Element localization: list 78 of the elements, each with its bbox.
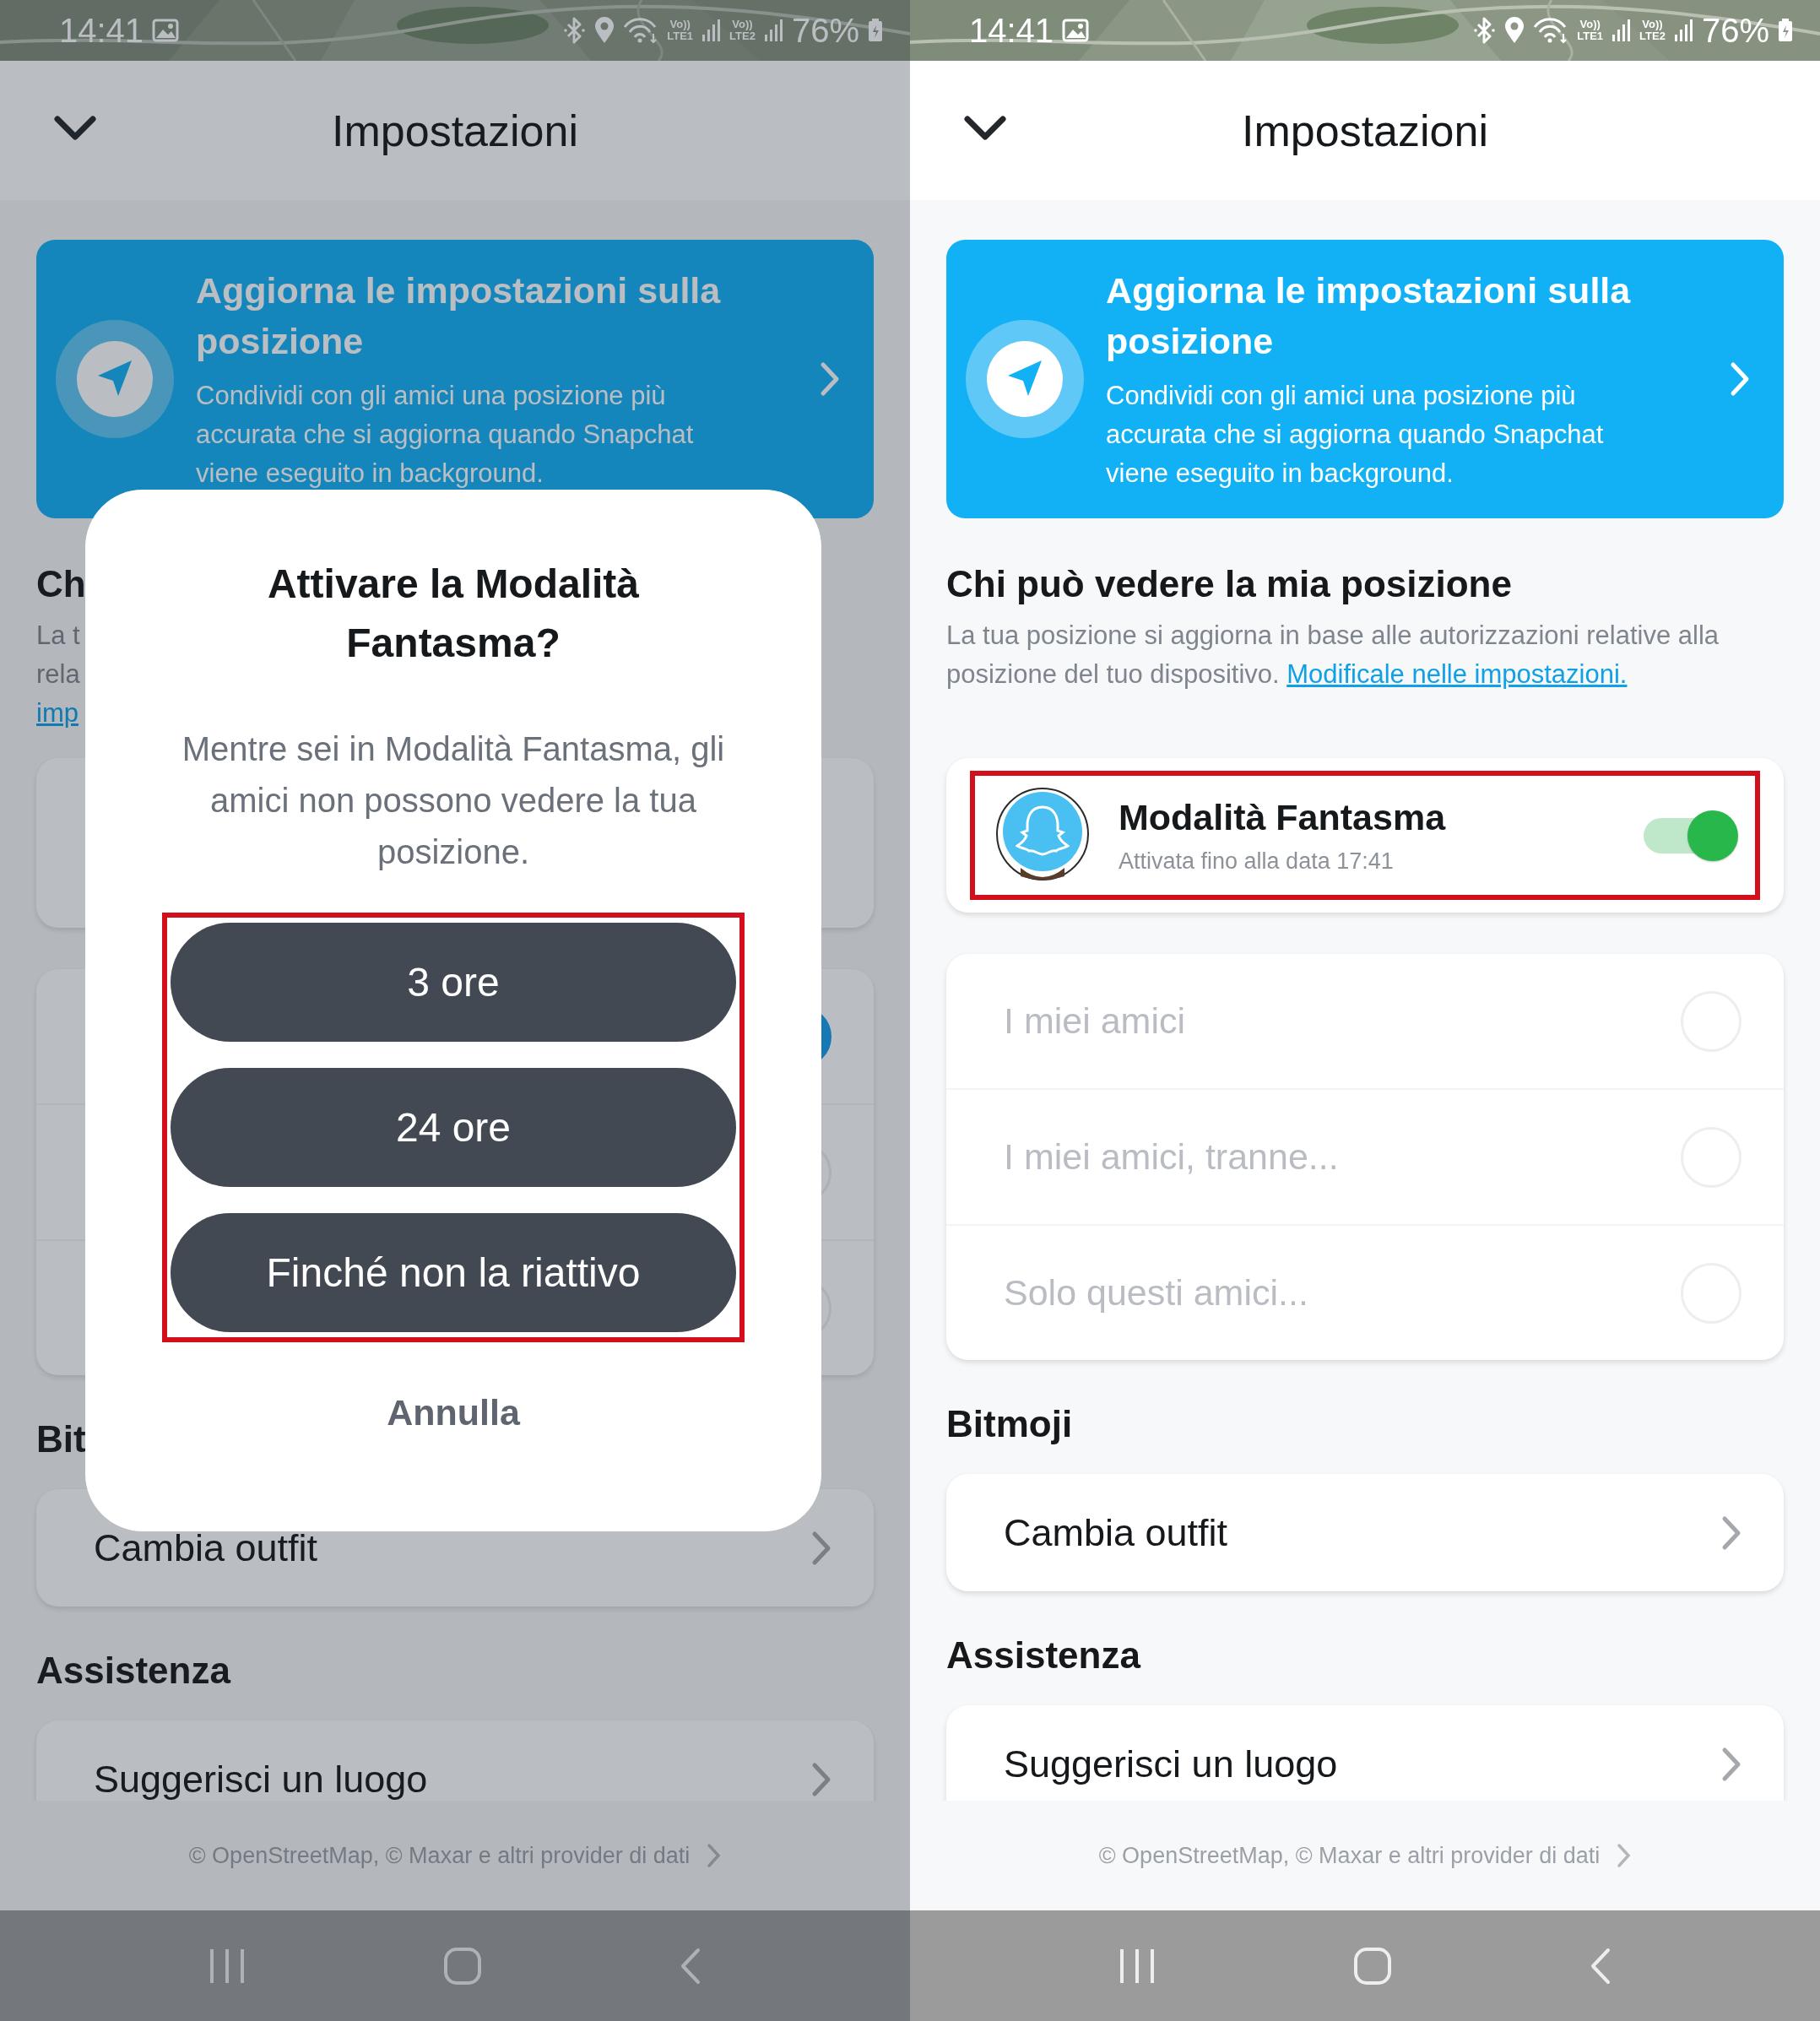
home-icon[interactable]: [443, 1946, 482, 1986]
ghost-mode-title: Modalità Fantasma: [1119, 796, 1447, 838]
section-heading: Bit: [36, 1417, 86, 1461]
volte-label: Vo)): [732, 19, 753, 30]
back-icon[interactable]: [1590, 1947, 1611, 1985]
location-pin-icon: [594, 17, 615, 44]
volte-label: Vo)): [1642, 19, 1663, 30]
battery-percent: 76%: [1701, 11, 1769, 50]
clock-time: 14:41: [59, 11, 144, 50]
map-attribution[interactable]: © OpenStreetMap, © Maxar e altri provider di dati: [188, 1842, 691, 1869]
screen-title: Impostazioni: [332, 105, 578, 156]
chevron-right-icon: [1721, 1514, 1741, 1551]
wifi-icon: [623, 17, 659, 44]
description-text: La tua posizione si aggiorna in base alle autorizzazioni relative alla posizione del tuo dispositivo. Modificale nelle impostazioni.: [946, 620, 1720, 691]
banner-text: Condividi con gli amici una posizione più accurata che si aggiorna quando Snapchat viene eseguito in background.: [1106, 380, 1605, 490]
ghost-mode-status: Attivata fino alla data 17:41: [1119, 848, 1395, 875]
section-heading: Chi può vedere la mia posizione: [946, 562, 1512, 606]
row-label: Cambia outfit: [94, 1525, 319, 1570]
signal-icon: [763, 18, 783, 43]
settings-row[interactable]: Suggerisci un luogo: [36, 1720, 874, 1801]
duration-button[interactable]: Finché non la riattivo: [171, 1213, 736, 1332]
location-banner[interactable]: Aggiorna le impostazioni sulla posizione Condividi con gli amici una posizione più accurata che si aggiorna quando Snapchat viene eseguito in background.: [36, 240, 874, 518]
location-banner[interactable]: Aggiorna le impostazioni sulla posizione Condividi con gli amici una posizione più accurata che si aggiorna quando Snapchat viene eseguito in background.: [946, 240, 1784, 518]
section-heading: Bitmoji: [946, 1402, 1073, 1446]
duration-button[interactable]: 24 ore: [171, 1068, 736, 1187]
bluetooth-icon: [564, 17, 587, 44]
home-icon[interactable]: [1353, 1946, 1392, 1986]
chevron-right-icon: [811, 1530, 831, 1566]
signal-icon: [1673, 18, 1693, 43]
battery-icon: [1778, 18, 1793, 43]
chevron-right-icon: [1730, 361, 1750, 397]
wifi-icon: [1533, 17, 1569, 44]
row-label: Suggerisci un luogo: [1004, 1742, 1339, 1786]
recent-apps-icon[interactable]: [1119, 1947, 1156, 1985]
location-pin-icon: [1504, 17, 1525, 44]
description-text: rela: [36, 658, 80, 691]
dialog-title: Attivare la Modalità Fantasma?: [266, 561, 641, 667]
description-text: La t: [36, 620, 80, 652]
section-heading: Assistenza: [36, 1649, 230, 1693]
network-label: LTE1: [1577, 30, 1604, 42]
settings-row[interactable]: Cambia outfit: [946, 1474, 1784, 1591]
row-label: Suggerisci un luogo: [94, 1757, 429, 1801]
settings-link[interactable]: imp: [36, 694, 79, 733]
settings-link[interactable]: Modificale nelle impostazioni.: [1286, 659, 1628, 689]
chevron-right-icon: [820, 361, 840, 397]
map-attribution[interactable]: © OpenStreetMap, © Maxar e altri provider di dati: [1098, 1842, 1601, 1869]
settings-row[interactable]: Suggerisci un luogo: [946, 1705, 1784, 1801]
screen-title: Impostazioni: [1242, 105, 1488, 156]
signal-icon: [701, 18, 722, 43]
network-label: LTE2: [729, 30, 756, 42]
banner-text: Condividi con gli amici una posizione più accurata che si aggiorna quando Snapchat viene eseguito in background.: [196, 380, 695, 490]
battery-icon: [868, 18, 883, 43]
chevron-right-icon: [1721, 1746, 1741, 1782]
row-label: Cambia outfit: [1004, 1510, 1229, 1555]
clock-time: 14:41: [969, 11, 1054, 50]
chevron-right-icon: [811, 1761, 831, 1797]
signal-icon: [1611, 18, 1632, 43]
banner-title: Aggiorna le impostazioni sulla posizione: [1106, 269, 1632, 363]
volte-label: Vo)): [669, 19, 691, 30]
network-label: LTE2: [1639, 30, 1666, 42]
chevron-down-icon[interactable]: [964, 116, 1006, 141]
chevron-down-icon[interactable]: [54, 116, 96, 141]
image-icon: [152, 18, 180, 43]
banner-title: Aggiorna le impostazioni sulla posizione: [196, 269, 722, 363]
image-icon: [1062, 18, 1090, 43]
bluetooth-icon: [1474, 17, 1497, 44]
recent-apps-icon[interactable]: [209, 1947, 246, 1985]
cancel-button[interactable]: Annulla: [387, 1392, 520, 1433]
chevron-right-icon: [707, 1843, 722, 1868]
network-label: LTE1: [667, 30, 694, 42]
battery-percent: 76%: [791, 11, 859, 50]
duration-button[interactable]: 3 ore: [171, 923, 736, 1042]
chevron-right-icon: [1617, 1843, 1632, 1868]
dialog-message: Mentre sei in Modalità Fantasma, gli amici non possono vedere la tua posizione.: [181, 729, 726, 872]
volte-label: Vo)): [1579, 19, 1601, 30]
section-heading: Assistenza: [946, 1634, 1140, 1677]
section-heading: Ch: [36, 562, 86, 606]
back-icon[interactable]: [680, 1947, 701, 1985]
